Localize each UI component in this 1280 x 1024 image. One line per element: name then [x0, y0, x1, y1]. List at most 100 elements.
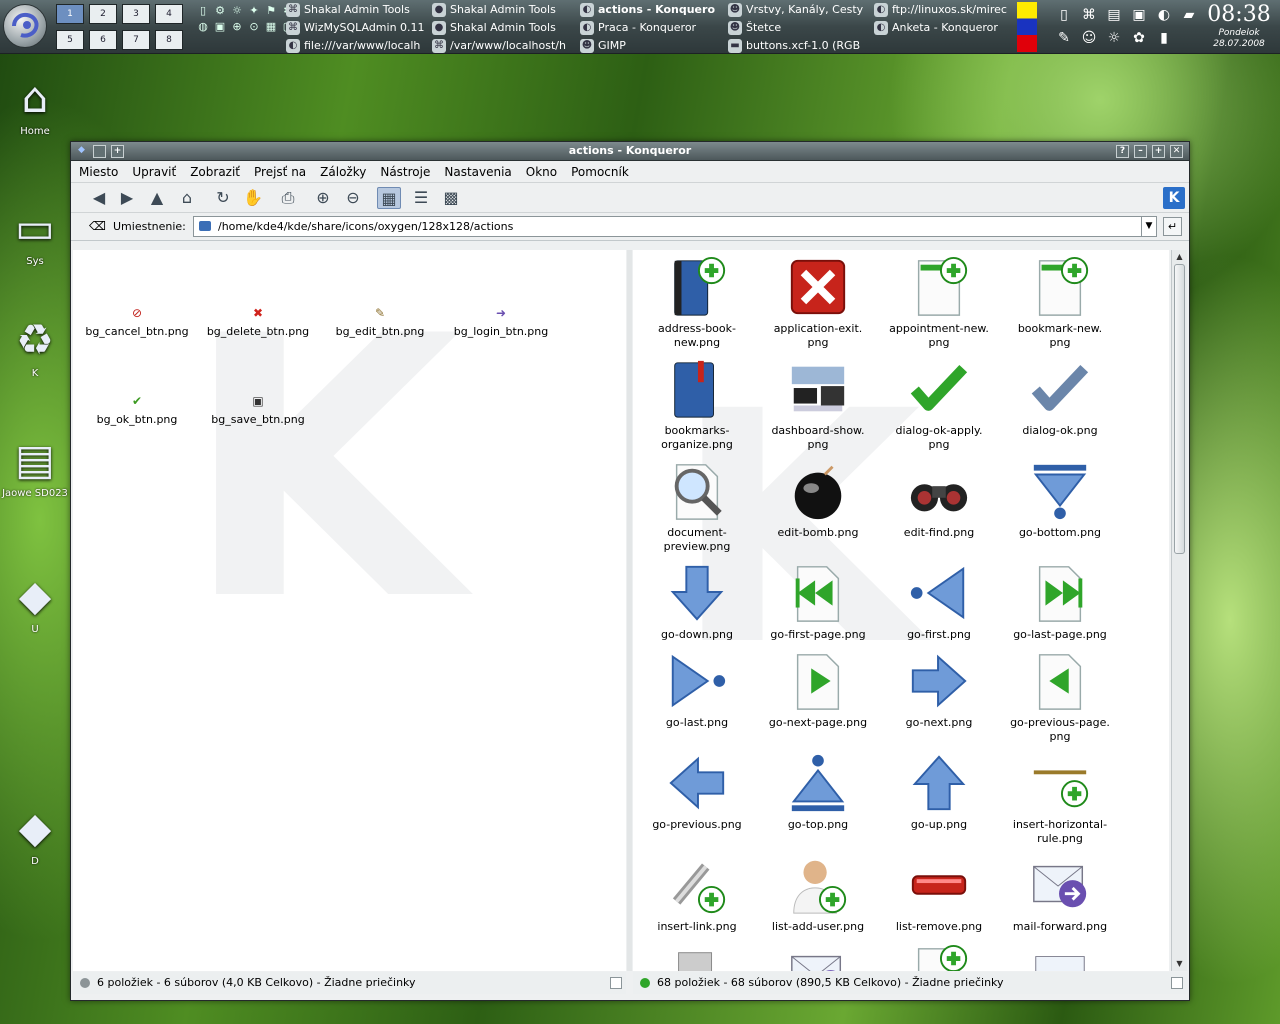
task-button[interactable]: ◐ ftp://linuxos.sk/mirec — [874, 1, 1014, 19]
desktop-pager-1[interactable]: 1 — [56, 4, 84, 24]
file-item[interactable]: ✔ bg_ok_btn.png — [77, 394, 197, 426]
icon-view-icon[interactable]: ▦ — [377, 187, 401, 209]
location-dropdown-icon[interactable]: ▼ — [1141, 217, 1156, 236]
smiley-icon[interactable]: ☺ — [1080, 29, 1098, 47]
active-view-indicator-icon[interactable] — [640, 978, 650, 988]
menu-z-lo-ky[interactable]: Záložky — [320, 165, 366, 179]
left-file-view[interactable]: K ⊘ bg_cancel_btn.png ✖ bg_delete_btn.png ✎ b… — [73, 250, 626, 971]
home-icon[interactable]: ⌂ — [175, 187, 199, 209]
task-button[interactable]: ◐ Anketa - Konqueror — [874, 19, 1014, 37]
file-item[interactable]: edit-find.png — [879, 458, 999, 540]
link-view-checkbox[interactable] — [1171, 977, 1183, 989]
file-item[interactable]: dialog-ok-apply. png — [879, 356, 999, 452]
stop-icon[interactable]: ✋ — [241, 187, 265, 209]
menu-nastavenia[interactable]: Nastavenia — [444, 165, 511, 179]
quick-launch-icon[interactable]: ☼ — [230, 4, 244, 18]
desktop-pager-5[interactable]: 5 — [56, 30, 84, 50]
menu-okno[interactable]: Okno — [526, 165, 557, 179]
file-item[interactable]: list-remove.png — [879, 852, 999, 934]
quick-launch-icon[interactable]: ⊕ — [230, 20, 244, 34]
file-item[interactable]: ✎ bg_edit_btn.png — [320, 306, 440, 338]
desktop-pager-3[interactable]: 3 — [122, 4, 150, 24]
view-splitter[interactable] — [627, 250, 632, 971]
window-menu-icon[interactable]: ◆ — [75, 145, 88, 158]
file-item[interactable]: bookmarks-organize.png — [637, 356, 757, 452]
clock[interactable]: 08:38 Pondelok 28.07.2008 — [1200, 2, 1278, 50]
keep-above-button[interactable]: + — [111, 145, 124, 158]
menu-zobrazi-[interactable]: Zobraziť — [190, 165, 240, 179]
file-item[interactable]: address-book-new.png — [637, 254, 757, 350]
task-button[interactable]: ⌘ WizMySQLAdmin 0.11 — [286, 19, 426, 37]
task-button[interactable]: ● Shakal Admin Tools — [432, 1, 572, 19]
file-item[interactable]: document-preview.png — [637, 458, 757, 554]
file-item[interactable]: go-next.png — [879, 648, 999, 730]
desktop-icon[interactable]: ▤ Jaowe SD023 — [0, 432, 70, 499]
file-item[interactable]: bookmark-new. png — [1000, 254, 1120, 350]
task-button[interactable]: ▬ buttons.xcf-1.0 (RGB — [728, 37, 868, 55]
moon-icon[interactable]: ◐ — [1155, 6, 1173, 24]
file-item[interactable]: go-last-page.png — [1000, 560, 1120, 642]
go-location-button[interactable]: ↵ — [1163, 217, 1182, 236]
scroll-thumb[interactable] — [1174, 264, 1185, 554]
file-item[interactable]: go-up.png — [879, 750, 999, 832]
task-button[interactable]: ◐ actions - Konquero — [580, 1, 720, 19]
menu-prejs-na[interactable]: Prejsť na — [254, 165, 306, 179]
desktop-icon[interactable]: ◆ U — [0, 568, 70, 635]
file-item[interactable]: mail-forward.png — [1000, 852, 1120, 934]
task-button[interactable]: ☻ Štetce — [728, 19, 868, 37]
location-input[interactable] — [193, 216, 1157, 237]
clear-location-icon[interactable]: ⌫ — [89, 219, 106, 233]
task-button[interactable]: ◐ Praca - Konqueror — [580, 19, 720, 37]
detail-view-icon[interactable]: ☰ — [409, 187, 433, 209]
file-item[interactable]: application-exit. png — [758, 254, 878, 350]
maximize-button[interactable]: + — [1152, 145, 1165, 158]
task-button[interactable]: ☻ GIMP — [580, 37, 720, 55]
sticky-button[interactable] — [93, 145, 106, 158]
desktop-pager-8[interactable]: 8 — [155, 30, 183, 50]
quick-launch-icon[interactable]: ◍ — [196, 20, 210, 34]
mute-icon[interactable]: ✎ — [1055, 29, 1073, 47]
menu-pomocn-k[interactable]: Pomocník — [571, 165, 629, 179]
k-menu-button[interactable] — [3, 4, 47, 48]
quick-launch-icon[interactable]: ▣ — [213, 20, 227, 34]
file-item[interactable]: appointment-new. png — [879, 254, 999, 350]
file-item[interactable] — [879, 942, 999, 971]
quick-launch-icon[interactable]: ▦ — [264, 20, 278, 34]
preview-view-icon[interactable]: ▩ — [439, 187, 463, 209]
task-button[interactable]: ⌘ /var/www/localhost/h — [432, 37, 572, 55]
settings-icon[interactable]: ✿ — [1130, 29, 1148, 47]
quick-launch-icon[interactable]: ▯ — [196, 4, 210, 18]
desktop-icon[interactable]: ◆ D — [0, 800, 70, 867]
task-button[interactable]: ⌘ Shakal Admin Tools — [286, 1, 426, 19]
file-item[interactable]: ▣ bg_save_btn.png — [198, 394, 318, 426]
file-item[interactable]: insert-horizontal-rule.png — [1000, 750, 1120, 846]
link-view-checkbox[interactable] — [610, 977, 622, 989]
vertical-scrollbar[interactable]: ▲ ▼ — [1171, 250, 1187, 971]
window-titlebar[interactable]: ◆ + actions - Konqueror ? – + ✕ — [71, 142, 1189, 161]
desktop-icon[interactable]: ⌂ Home — [0, 70, 70, 137]
desktop-pager-4[interactable]: 4 — [155, 4, 183, 24]
menu-upravi-[interactable]: Upraviť — [132, 165, 176, 179]
file-item[interactable]: go-last.png — [637, 648, 757, 730]
network-icon[interactable]: ⌘ — [1080, 6, 1098, 24]
desktop-pager-2[interactable]: 2 — [89, 4, 117, 24]
desktop-icon[interactable]: ▭ Sys — [0, 200, 70, 267]
file-item[interactable]: go-bottom.png — [1000, 458, 1120, 540]
terminal-icon[interactable]: ▮ — [1155, 29, 1173, 47]
quick-launch-icon[interactable]: ⚑ — [264, 4, 278, 18]
desktop-pager-6[interactable]: 6 — [89, 30, 117, 50]
file-item[interactable]: ➜ bg_login_btn.png — [441, 306, 561, 338]
help-button[interactable]: ? — [1116, 145, 1129, 158]
print-icon[interactable]: ⎙ — [276, 187, 300, 209]
printer-icon[interactable]: ▤ — [1105, 6, 1123, 24]
quick-launch-icon[interactable]: ⚙ — [213, 4, 227, 18]
desktop-pager-7[interactable]: 7 — [122, 30, 150, 50]
file-item[interactable]: dashboard-show. png — [758, 356, 878, 452]
file-item[interactable]: ⊘ bg_cancel_btn.png — [77, 306, 197, 338]
up-icon[interactable]: ▲ — [145, 187, 169, 209]
right-file-view[interactable]: K address-book-new.png application-exit. p… — [633, 250, 1169, 971]
scroll-up-icon[interactable]: ▲ — [1173, 250, 1186, 264]
file-item[interactable]: edit-bomb.png — [758, 458, 878, 540]
forward-icon[interactable]: ▶ — [115, 187, 139, 209]
file-item[interactable]: go-previous-page. png — [1000, 648, 1120, 744]
